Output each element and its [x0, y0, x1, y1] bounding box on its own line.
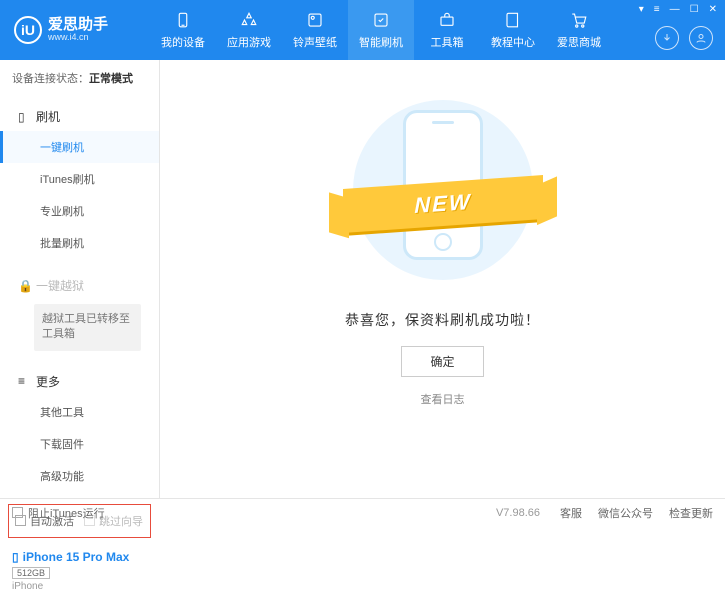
logo: iU 爱思助手 www.i4.cn	[0, 16, 150, 44]
menu-icon[interactable]: ▾	[637, 2, 646, 17]
user-icon[interactable]	[689, 26, 713, 50]
block-itunes-checkbox[interactable]: 阻止iTunes运行	[12, 505, 105, 521]
view-log-link[interactable]: 查看日志	[421, 391, 465, 407]
nav-smart-flash[interactable]: 智能刷机	[348, 0, 414, 60]
device-type: iPhone	[12, 581, 147, 592]
lock-icon: 🔒	[18, 279, 30, 293]
logo-badge: iU	[14, 16, 42, 44]
nav-label: 应用游戏	[227, 34, 271, 50]
maximize-icon[interactable]: ☐	[688, 2, 701, 17]
footer-link-update[interactable]: 检查更新	[669, 505, 713, 521]
nav-my-device[interactable]: 我的设备	[150, 0, 216, 60]
main-content: NEW 恭喜您，保资料刷机成功啦！ 确定 查看日志	[160, 60, 725, 498]
success-illustration: NEW	[333, 90, 553, 290]
nav-label: 智能刷机	[359, 34, 403, 50]
more-icon: ≡	[18, 374, 30, 388]
phone-small-icon: ▯	[18, 110, 30, 124]
top-nav: 我的设备 应用游戏 铃声壁纸 智能刷机 工具箱 教程中心 爱思商城	[150, 0, 612, 60]
success-message: 恭喜您，保资料刷机成功啦！	[345, 310, 540, 330]
nav-label: 工具箱	[431, 34, 464, 50]
sidebar-item-itunes-flash[interactable]: iTunes刷机	[0, 163, 159, 195]
sidebar-header-flash[interactable]: ▯ 刷机	[0, 102, 159, 131]
connection-status: 设备连接状态：正常模式	[0, 60, 159, 96]
logo-subtitle: www.i4.cn	[48, 33, 108, 43]
window-controls: ▾ ≡ — ☐ ✕	[637, 2, 719, 17]
minimize-icon[interactable]: —	[668, 2, 682, 17]
sidebar-item-other-tools[interactable]: 其他工具	[0, 396, 159, 428]
device-storage: 512GB	[12, 567, 50, 579]
titlebar: iU 爱思助手 www.i4.cn 我的设备 应用游戏 铃声壁纸 智能刷机 工具…	[0, 0, 725, 60]
nav-label: 我的设备	[161, 34, 205, 50]
header-right-icons	[655, 26, 713, 50]
sidebar-header-jailbreak: 🔒 一键越狱	[0, 271, 159, 300]
close-icon[interactable]: ✕	[707, 2, 719, 17]
sidebar-header-more[interactable]: ≡ 更多	[0, 367, 159, 396]
sidebar-item-pro-flash[interactable]: 专业刷机	[0, 195, 159, 227]
sidebar: 设备连接状态：正常模式 ▯ 刷机 一键刷机 iTunes刷机 专业刷机 批量刷机…	[0, 60, 160, 498]
sidebar-item-download-firmware[interactable]: 下载固件	[0, 428, 159, 460]
nav-apps-games[interactable]: 应用游戏	[216, 0, 282, 60]
sidebar-item-oneclick-flash[interactable]: 一键刷机	[0, 131, 159, 163]
nav-tutorials[interactable]: 教程中心	[480, 0, 546, 60]
nav-ringtones[interactable]: 铃声壁纸	[282, 0, 348, 60]
device-name[interactable]: ▯ iPhone 15 Pro Max	[12, 550, 147, 564]
device-info: ▯ iPhone 15 Pro Max 512GB iPhone	[0, 544, 159, 598]
phone-icon	[173, 10, 193, 30]
footer-link-wechat[interactable]: 微信公众号	[598, 505, 653, 521]
apps-icon	[239, 10, 259, 30]
nav-store[interactable]: 爱思商城	[546, 0, 612, 60]
sidebar-item-batch-flash[interactable]: 批量刷机	[0, 227, 159, 259]
refresh-icon	[371, 10, 391, 30]
device-icon: ▯	[12, 550, 19, 564]
nav-label: 教程中心	[491, 34, 535, 50]
ribbon-text: NEW	[414, 189, 471, 219]
ok-button[interactable]: 确定	[401, 346, 483, 377]
footer-link-support[interactable]: 客服	[560, 505, 582, 521]
image-icon	[305, 10, 325, 30]
settings-icon[interactable]: ≡	[652, 2, 662, 17]
version-label: V7.98.66	[496, 507, 540, 519]
toolbox-icon	[437, 10, 457, 30]
nav-label: 铃声壁纸	[293, 34, 337, 50]
jailbreak-moved-note: 越狱工具已转移至工具箱	[34, 304, 141, 351]
book-icon	[503, 10, 523, 30]
nav-toolbox[interactable]: 工具箱	[414, 0, 480, 60]
download-icon[interactable]	[655, 26, 679, 50]
sidebar-item-advanced[interactable]: 高级功能	[0, 460, 159, 492]
nav-label: 爱思商城	[557, 34, 601, 50]
logo-title: 爱思助手	[48, 17, 108, 34]
cart-icon	[569, 10, 589, 30]
